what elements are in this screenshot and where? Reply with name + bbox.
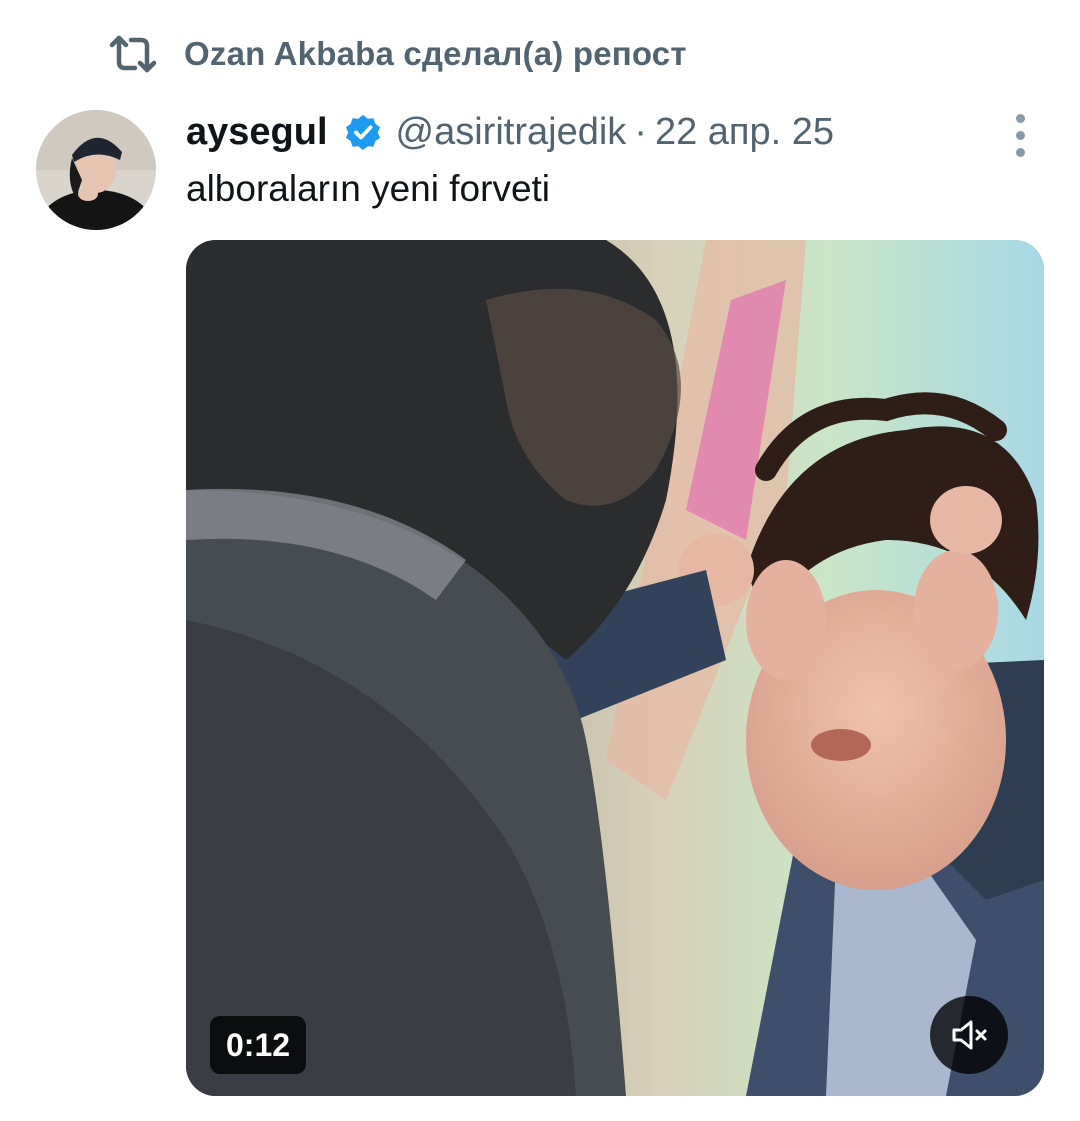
speaker-muted-icon <box>952 1020 987 1050</box>
repost-indicator[interactable]: Ozan Akbaba сделал(а) репост <box>108 30 687 78</box>
repost-icon <box>109 35 157 73</box>
video-player[interactable]: 0:12 <box>186 240 1044 1096</box>
more-vertical-icon <box>1015 113 1025 123</box>
mute-toggle-button[interactable] <box>930 996 1008 1074</box>
avatar[interactable] <box>36 110 156 230</box>
more-options-button[interactable] <box>1000 110 1040 160</box>
author-display-name[interactable]: aysegul <box>186 111 328 154</box>
author-handle[interactable]: @asiritrajedik <box>396 111 627 154</box>
avatar-image <box>36 110 156 230</box>
tweet-header: aysegul @asiritrajedik · 22 апр. 25 <box>186 106 834 158</box>
repost-text: Ozan Akbaba сделал(а) репост <box>184 35 687 72</box>
separator-dot: · <box>634 110 647 153</box>
verified-badge-icon[interactable] <box>344 113 382 151</box>
video-duration-badge: 0:12 <box>210 1016 307 1074</box>
tweet-text: alboraların yeni forveti <box>186 168 551 209</box>
tweet-page: Ozan Akbaba сделал(а) репост aysegul @as… <box>0 0 1080 1121</box>
tweet-timestamp[interactable]: 22 апр. 25 <box>655 111 834 154</box>
video-frame <box>186 240 1044 1096</box>
